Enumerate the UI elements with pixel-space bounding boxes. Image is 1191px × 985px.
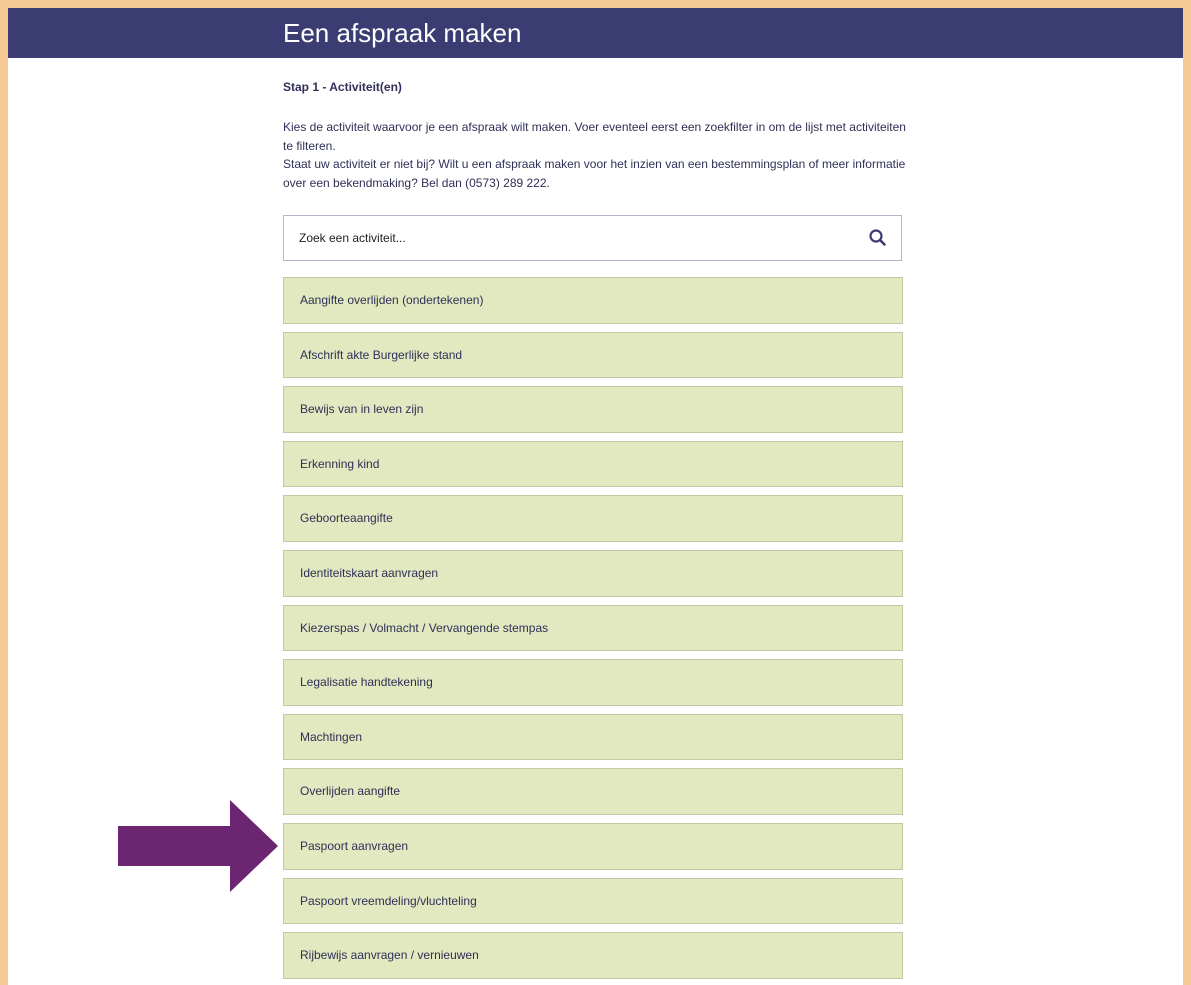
activity-item-identiteitskaart[interactable]: Identiteitskaart aanvragen (283, 549, 903, 597)
activity-item-erkenning-kind[interactable]: Erkenning kind (283, 440, 903, 488)
activity-item-rijbewijs[interactable]: Rijbewijs aanvragen / vernieuwen (283, 932, 903, 979)
intro-paragraph-1: Kies de activiteit waarvoor je een afspr… (283, 120, 906, 153)
search-box (283, 215, 902, 261)
activity-item-machtingen[interactable]: Machtingen (283, 713, 903, 761)
search-input[interactable] (299, 216, 839, 260)
activity-item-paspoort-vreemdeling[interactable]: Paspoort vreemdeling/vluchteling (283, 877, 903, 925)
page-frame: Een afspraak maken Stap 1 - Activiteit(e… (8, 8, 1183, 985)
page-header: Een afspraak maken (8, 8, 1183, 58)
search-icon[interactable] (867, 227, 889, 249)
activity-item-aangifte-overlijden[interactable]: Aangifte overlijden (ondertekenen) (283, 277, 903, 324)
activity-item-legalisatie[interactable]: Legalisatie handtekening (283, 659, 903, 706)
activity-item-geboorteaangifte[interactable]: Geboorteaangifte (283, 495, 903, 542)
activity-item-bewijs-in-leven[interactable]: Bewijs van in leven zijn (283, 386, 903, 433)
activity-item-afschrift-akte[interactable]: Afschrift akte Burgerlijke stand (283, 331, 903, 379)
page-title: Een afspraak maken (283, 18, 522, 48)
step-label: Stap 1 - Activiteit(en) (283, 80, 402, 94)
activity-item-overlijden-aangifte[interactable]: Overlijden aangifte (283, 768, 903, 815)
intro-text: Kies de activiteit waarvoor je een afspr… (283, 118, 913, 192)
activity-list: Aangifte overlijden (ondertekenen) Afsch… (283, 277, 903, 985)
activity-item-kiezerspas[interactable]: Kiezerspas / Volmacht / Vervangende stem… (283, 604, 903, 652)
activity-item-paspoort-aanvragen[interactable]: Paspoort aanvragen (283, 822, 903, 870)
intro-paragraph-2: Staat uw activiteit er niet bij? Wilt u … (283, 157, 906, 190)
arrow-right-icon (118, 800, 278, 892)
